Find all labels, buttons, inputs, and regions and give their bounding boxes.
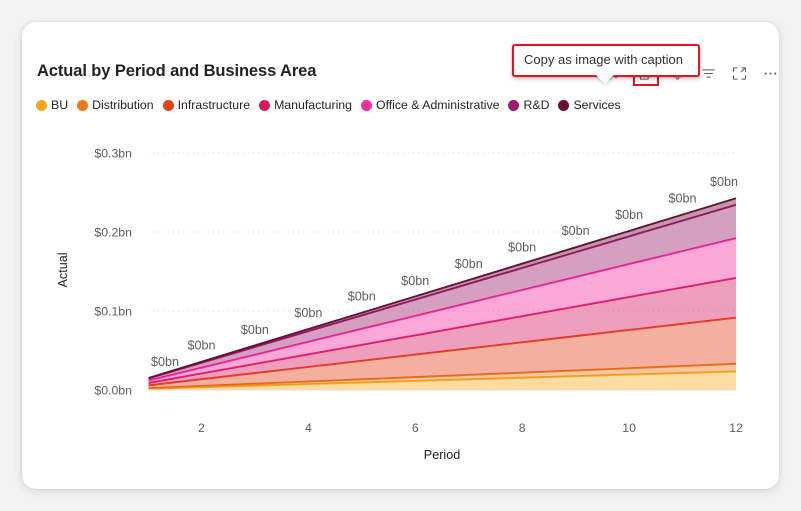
data-label: $0bn <box>615 208 643 222</box>
data-label: $0bn <box>455 257 483 271</box>
data-label: $0bn <box>508 241 536 255</box>
y-tick-label: $0.3bn <box>94 147 132 161</box>
data-label: $0bn <box>669 192 697 206</box>
x-tick-label: 6 <box>412 421 419 435</box>
data-label: $0bn <box>294 306 322 320</box>
x-tick-label: 4 <box>305 421 312 435</box>
data-label: $0bn <box>562 224 590 238</box>
x-tick-label: 8 <box>519 421 526 435</box>
y-axis-title: Actual <box>56 252 70 287</box>
x-tick-label: 12 <box>729 421 743 435</box>
data-label: $0bn <box>151 355 179 369</box>
data-label: $0bn <box>187 339 215 353</box>
y-tick-label: $0.0bn <box>94 384 132 398</box>
data-label: $0bn <box>241 323 269 337</box>
x-tick-label: 10 <box>622 421 636 435</box>
area-series-group[interactable] <box>147 197 737 390</box>
data-label: $0bn <box>348 290 376 304</box>
y-tick-label: $0.2bn <box>94 226 132 240</box>
data-label: $0bn <box>401 274 429 288</box>
data-label: $0bn <box>710 175 738 189</box>
screenshot-root: Actual by Period and Business Area BU Dis… <box>0 0 801 511</box>
x-axis-ticks: 2 4 6 8 10 12 <box>198 421 743 435</box>
y-axis-ticks: $0.0bn $0.1bn $0.2bn $0.3bn <box>94 147 132 398</box>
y-tick-label: $0.1bn <box>94 305 132 319</box>
x-tick-label: 2 <box>198 421 205 435</box>
stacked-area-chart[interactable]: $0.0bn$0.1bn$0.2bn$0.3bn2 4 6 8 10 12PeriodAc… <box>0 0 801 511</box>
x-axis-title: Period <box>424 448 460 462</box>
